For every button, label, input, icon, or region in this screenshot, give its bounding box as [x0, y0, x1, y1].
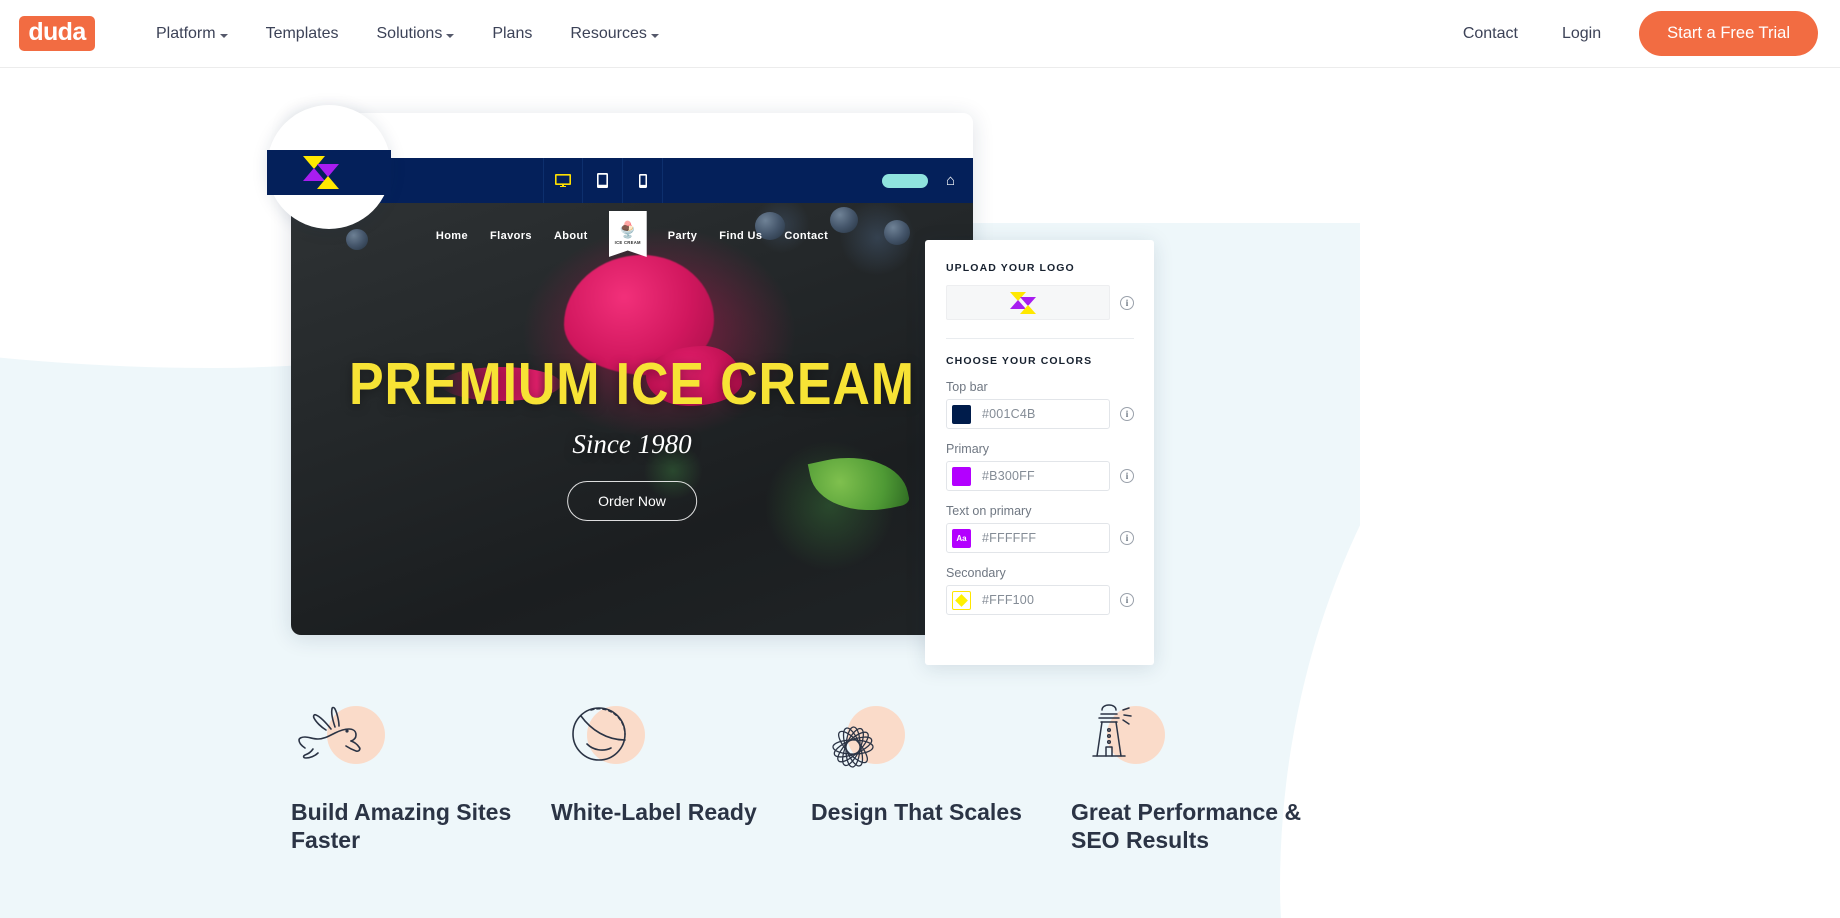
device-switcher	[543, 158, 663, 203]
field-label-top-bar: Top bar	[946, 380, 988, 394]
site-nav-flavors[interactable]: Flavors	[479, 230, 543, 242]
info-icon[interactable]: i	[1120, 531, 1134, 545]
color-input-secondary[interactable]: #FFF100	[946, 585, 1110, 615]
color-swatch-top-bar[interactable]	[952, 404, 971, 424]
website-builder-mockup: ⌂ Home Flavors About 🍨 ICE CREAM Party F…	[291, 113, 973, 635]
nav-item-templates[interactable]: Templates	[247, 0, 358, 68]
home-icon[interactable]: ⌂	[946, 173, 955, 188]
color-swatch-text-on-primary[interactable]: Aa	[952, 528, 971, 548]
ball-icon	[551, 700, 671, 776]
chevron-yellow-up-icon	[1020, 304, 1036, 314]
color-swatch-secondary[interactable]	[952, 590, 971, 610]
nav-item-label: Solutions	[376, 24, 443, 42]
duda-logo[interactable]: duda	[19, 16, 95, 51]
badge-label: ICE CREAM	[614, 240, 641, 245]
feature-list: Build Amazing Sites Faster White-Label R…	[0, 700, 1840, 855]
diamond-icon	[955, 593, 968, 607]
logo-preview-strip	[267, 150, 391, 195]
field-label-secondary: Secondary	[946, 566, 1006, 580]
feature-title: White-Label Ready	[551, 799, 757, 825]
color-value-top-bar: #001C4B	[982, 407, 1036, 421]
feature-item-white-label: White-Label Ready	[551, 700, 809, 855]
color-swatch-primary[interactable]	[952, 466, 971, 486]
nav-item-label: Plans	[492, 24, 533, 42]
feature-item-build-faster: Build Amazing Sites Faster	[291, 700, 549, 855]
uploaded-logo-mark	[1010, 291, 1046, 314]
fan-icon	[811, 700, 931, 776]
mobile-device-icon[interactable]	[623, 158, 663, 203]
start-free-trial-button[interactable]: Start a Free Trial	[1639, 11, 1818, 56]
panel-divider	[946, 338, 1134, 339]
desktop-device-icon[interactable]	[543, 158, 583, 203]
upload-logo-row: i	[946, 285, 1134, 320]
chevron-down-icon	[219, 33, 228, 38]
nav-item-platform[interactable]: Platform	[137, 0, 247, 68]
color-input-primary[interactable]: #B300FF	[946, 461, 1110, 491]
site-nav-contact[interactable]: Contact	[773, 230, 839, 242]
feature-item-performance-seo: Great Performance & SEO Results	[1071, 700, 1329, 855]
customer-logo-mark	[303, 155, 355, 190]
mockup-hero-image: Home Flavors About 🍨 ICE CREAM Party Fin…	[291, 203, 973, 635]
choose-colors-heading: CHOOSE YOUR COLORS	[946, 355, 1093, 367]
ice-cream-brand-badge: 🍨 ICE CREAM	[608, 211, 647, 257]
site-nav-home[interactable]: Home	[425, 230, 479, 242]
site-nav-party[interactable]: Party	[657, 230, 709, 242]
info-icon[interactable]: i	[1120, 407, 1134, 421]
style-customizer-panel: UPLOAD YOUR LOGO i CHOOSE YOUR COLORS To…	[925, 240, 1154, 665]
feature-title: Build Amazing Sites Faster	[291, 799, 512, 854]
site-nav-about[interactable]: About	[543, 230, 599, 242]
site-nav-find-us[interactable]: Find Us	[708, 230, 773, 242]
ice-cream-cone-icon: 🍨	[617, 222, 638, 239]
secondary-nav-links: Contact Login Start a Free Trial	[1441, 0, 1818, 68]
feature-title: Great Performance & SEO Results	[1071, 799, 1302, 854]
info-icon[interactable]: i	[1120, 593, 1134, 607]
upload-logo-heading: UPLOAD YOUR LOGO	[946, 262, 1075, 274]
logo-preview-circle	[267, 105, 391, 229]
feature-title: Design That Scales	[811, 799, 1022, 825]
color-input-top-bar[interactable]: #001C4B	[946, 399, 1110, 429]
info-icon[interactable]: i	[1120, 469, 1134, 483]
feature-item-design-scales: Design That Scales	[811, 700, 1069, 855]
color-value-secondary: #FFF100	[982, 593, 1035, 607]
chevron-down-icon	[446, 33, 455, 38]
color-field-primary: #B300FF i	[946, 461, 1134, 491]
nav-item-label: Platform	[156, 24, 216, 42]
hero-section: ⌂ Home Flavors About 🍨 ICE CREAM Party F…	[0, 68, 1840, 918]
nav-item-resources[interactable]: Resources	[551, 0, 677, 68]
color-value-text-on-primary: #FFFFFF	[982, 531, 1037, 545]
field-label-text-on-primary: Text on primary	[946, 504, 1032, 518]
main-nav-links: Platform Templates Solutions Plans Resou…	[137, 0, 678, 68]
mockup-hero-title: PREMIUM ICE CREAM	[349, 351, 915, 417]
mockup-browser-chrome	[291, 113, 973, 158]
nav-item-label: Resources	[570, 24, 647, 42]
chevron-yellow-up-icon	[317, 175, 339, 189]
editor-publish-pill[interactable]	[881, 173, 928, 188]
nav-item-contact[interactable]: Contact	[1441, 0, 1540, 68]
nav-item-label: Login	[1561, 24, 1602, 42]
color-field-top-bar: #001C4B i	[946, 399, 1134, 429]
chevron-down-icon	[650, 33, 659, 38]
lighthouse-icon	[1071, 700, 1191, 776]
info-icon[interactable]: i	[1120, 295, 1134, 310]
logo-upload-dropzone[interactable]	[946, 285, 1110, 320]
color-input-text-on-primary[interactable]: Aa #FFFFFF	[946, 523, 1110, 553]
nav-item-plans[interactable]: Plans	[473, 0, 551, 68]
nav-item-solutions[interactable]: Solutions	[358, 0, 474, 68]
nav-item-label: Templates	[265, 24, 339, 42]
nav-item-label: Contact	[1462, 24, 1518, 42]
top-navigation-bar: duda Platform Templates Solutions Plans …	[0, 0, 1840, 68]
rabbit-icon	[291, 700, 411, 776]
color-value-primary: #B300FF	[982, 469, 1035, 483]
mockup-hero-subtitle: Since 1980	[572, 429, 692, 459]
color-field-secondary: #FFF100 i	[946, 585, 1134, 615]
order-now-button[interactable]: Order Now	[567, 481, 697, 521]
color-field-text-on-primary: Aa #FFFFFF i	[946, 523, 1134, 553]
mockup-site-navigation: Home Flavors About 🍨 ICE CREAM Party Fin…	[291, 211, 973, 259]
tablet-device-icon[interactable]	[583, 158, 623, 203]
field-label-primary: Primary	[946, 442, 990, 456]
nav-item-login[interactable]: Login	[1540, 0, 1623, 68]
editor-toolbar: ⌂	[291, 158, 973, 203]
